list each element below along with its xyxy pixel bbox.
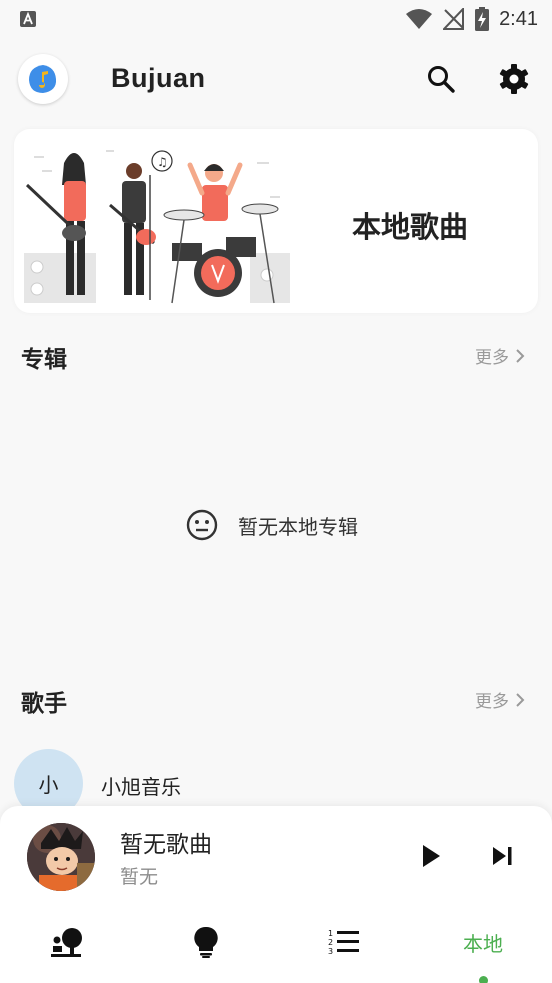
local-songs-banner[interactable]: ♫ 本地歌曲 [14,129,538,313]
status-time: 2:41 [499,7,538,30]
bottom-navigation: 1 2 3 本地 [0,906,552,983]
nav-tab-playlist[interactable]: 1 2 3 [314,922,374,962]
svg-text:♫: ♫ [157,155,168,169]
albums-section-title: 专辑 [21,347,67,373]
albums-more-link[interactable]: 更多 [475,343,525,368]
nav-tab-local[interactable]: 本地 [453,922,513,962]
artists-section-title: 歌手 [21,691,67,717]
status-bar: 2:41 [0,0,552,38]
nav-tab-discover[interactable] [38,922,98,962]
app-logo[interactable] [18,54,68,104]
albums-more-label: 更多 [475,348,509,368]
status-icons: 2:41 [405,6,538,32]
app-title: Bujuan [111,63,206,93]
song-artist: 暂无 [120,866,159,888]
app-header: Bujuan [0,50,552,110]
skip-next-icon[interactable] [488,841,518,871]
signal-off-icon [443,8,465,30]
nav-tab-local-label: 本地 [463,931,503,956]
battery-charging-icon [475,7,490,31]
artists-more-link[interactable]: 更多 [475,687,525,712]
svg-text:3: 3 [328,947,333,956]
app-logo-icon [29,65,57,93]
svg-text:2: 2 [328,938,333,947]
search-icon[interactable] [424,62,458,96]
lightbulb-icon [194,926,218,958]
wifi-icon [406,9,433,29]
banner-title: 本地歌曲 [352,210,469,244]
artists-more-label: 更多 [475,692,509,712]
nav-tab-ideas[interactable] [176,922,236,962]
numbered-list-icon: 1 2 3 [328,929,359,956]
svg-text:1: 1 [328,929,333,938]
albums-empty-text: 暂无本地专辑 [238,514,358,539]
play-icon[interactable] [416,841,446,871]
chevron-right-icon [516,348,525,363]
band-illustration: ♫ [24,150,290,304]
screen: 2:41 Bujuan ♫ 本地歌曲 专辑 更多 暂无本地专辑 歌手 更多 小 … [0,0,552,983]
active-tab-indicator [479,976,488,983]
artist-name: 小旭音乐 [101,775,181,799]
albums-empty-state: 暂无本地专辑 [186,509,358,541]
album-cover-art [27,823,95,891]
neutral-face-icon [186,509,218,541]
settings-gear-icon[interactable] [497,62,531,96]
song-title: 暂无歌曲 [120,832,212,858]
person-tree-icon [51,928,82,957]
chevron-right-icon [516,692,525,707]
text-a-icon [20,11,36,27]
album-cover-image [27,823,95,891]
mini-player[interactable]: 暂无歌曲 暂无 [0,806,552,906]
